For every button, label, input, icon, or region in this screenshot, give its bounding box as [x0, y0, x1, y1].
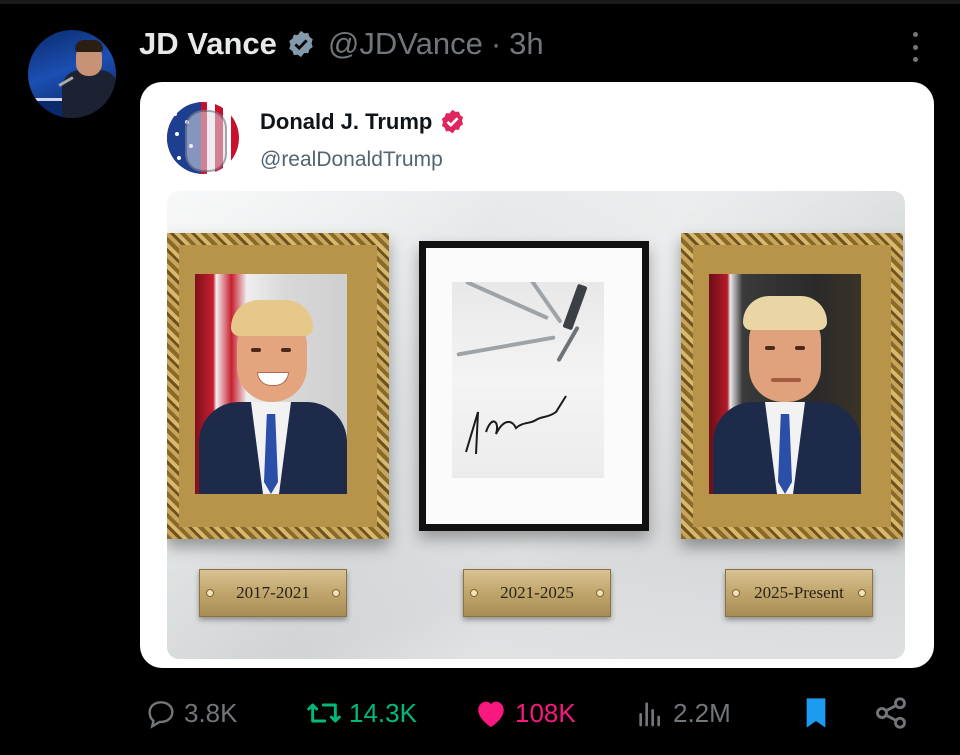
like-button[interactable]: 108K: [474, 688, 576, 738]
more-icon[interactable]: [906, 32, 924, 62]
portrait-frame-right: [681, 233, 903, 539]
like-icon: [474, 697, 508, 729]
top-divider: [0, 0, 960, 4]
views-button[interactable]: 2.2M: [634, 688, 731, 738]
views-icon: [634, 697, 666, 729]
header-separator: ·: [490, 26, 502, 61]
plaque-left: 2017-2021: [199, 569, 347, 617]
quoted-author-name[interactable]: Donald J. Trump: [260, 109, 432, 135]
plaque-text: 2021-2025: [500, 583, 574, 602]
action-bar: 3.8K 14.3K 108K 2.2M: [0, 688, 960, 738]
repost-icon: [306, 697, 342, 729]
post-image[interactable]: 2017-2021 2021-2025 2025-Present: [167, 191, 905, 659]
plaque-text: 2017-2021: [236, 583, 310, 602]
views-count: 2.2M: [673, 697, 731, 728]
post-time[interactable]: 3h: [509, 26, 543, 62]
repost-count: 14.3K: [349, 697, 417, 728]
portrait-frame-left: [167, 233, 389, 539]
reply-button[interactable]: 3.8K: [145, 688, 238, 738]
bookmark-icon: [800, 695, 832, 731]
author-name[interactable]: JD Vance: [139, 26, 277, 62]
reply-count: 3.8K: [184, 697, 238, 728]
bookmark-button[interactable]: [800, 688, 832, 738]
quoted-author-handle[interactable]: @realDonaldTrump: [260, 148, 443, 172]
quoted-post-card[interactable]: Donald J. Trump @realDonaldTrump 2017-20…: [140, 82, 934, 668]
like-count: 108K: [515, 697, 576, 728]
quoted-name-row: Donald J. Trump: [260, 108, 466, 135]
post-header: JD Vance @JDVance · 3h: [139, 22, 544, 66]
repost-button[interactable]: 14.3K: [306, 688, 417, 738]
signature-frame: [419, 241, 649, 531]
author-handle[interactable]: @JDVance: [328, 26, 483, 62]
plaque-text: 2025-Present: [754, 583, 844, 602]
share-icon: [873, 695, 909, 731]
verified-badge-icon[interactable]: [439, 108, 466, 135]
avatar[interactable]: [28, 30, 116, 118]
share-button[interactable]: [873, 688, 909, 738]
quoted-avatar[interactable]: [167, 102, 239, 174]
plaque-center: 2021-2025: [463, 569, 611, 617]
plaque-right: 2025-Present: [725, 569, 873, 617]
verified-badge-icon[interactable]: [286, 29, 316, 59]
reply-icon: [145, 697, 177, 729]
